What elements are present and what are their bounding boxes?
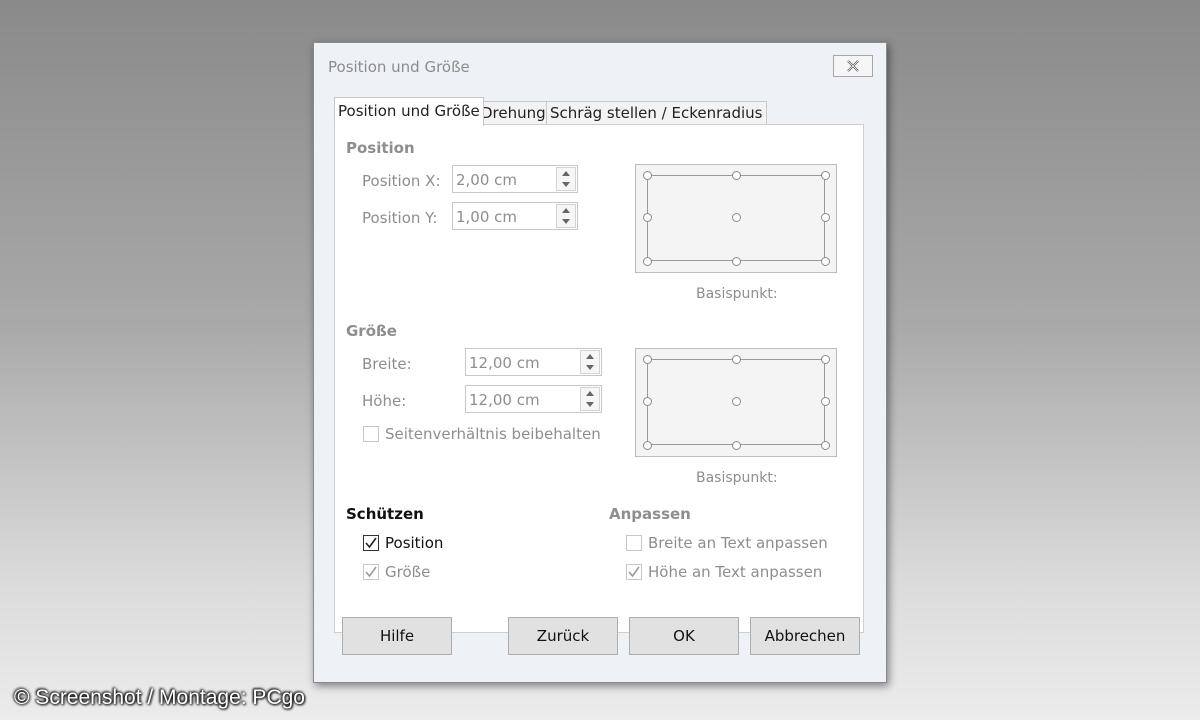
size-basis-label: Basispunkt: <box>696 470 778 486</box>
fit-height-label: Höhe an Text anpassen <box>648 563 823 581</box>
size-heading: Größe <box>346 322 397 340</box>
basis-dot-bottom-center[interactable] <box>732 257 741 266</box>
basis-dot-bottom-center[interactable] <box>732 441 741 450</box>
protect-position-checkbox[interactable] <box>363 535 379 551</box>
triangle-up-icon[interactable] <box>557 205 575 216</box>
basis-dot-center[interactable] <box>732 213 741 222</box>
checkmark-icon <box>628 566 640 578</box>
basis-dot-top-right[interactable] <box>821 355 830 364</box>
height-label: Höhe: <box>362 392 407 410</box>
basis-dot-bottom-left[interactable] <box>643 257 652 266</box>
triangle-up-icon[interactable] <box>581 351 599 362</box>
tab-panel: Position Position X: 2,00 cm Position Y:… <box>334 124 864 633</box>
width-spin-arrows[interactable] <box>580 350 600 374</box>
protect-size-label: Größe <box>385 563 431 581</box>
checkmark-icon <box>365 566 377 578</box>
fit-width-checkbox[interactable] <box>626 535 642 551</box>
height-value: 12,00 cm <box>469 391 540 409</box>
basis-dot-top-center[interactable] <box>732 355 741 364</box>
width-spinbox[interactable]: 12,00 cm <box>465 348 602 376</box>
position-y-spinbox[interactable]: 1,00 cm <box>452 202 578 230</box>
size-basis-point-selector[interactable] <box>635 348 837 457</box>
triangle-up-icon[interactable] <box>557 168 575 179</box>
close-button[interactable] <box>833 55 873 77</box>
width-value: 12,00 cm <box>469 354 540 372</box>
basis-dot-top-left[interactable] <box>643 171 652 180</box>
fit-width-label: Breite an Text anpassen <box>648 534 828 552</box>
position-basis-point-selector[interactable] <box>635 164 837 273</box>
help-button[interactable]: Hilfe <box>342 617 452 655</box>
cancel-button[interactable]: Abbrechen <box>750 617 860 655</box>
watermark: © Screenshot / Montage: PCgo <box>14 686 305 709</box>
basis-dot-middle-right[interactable] <box>821 397 830 406</box>
position-x-value: 2,00 cm <box>456 171 518 189</box>
protect-position-label: Position <box>385 534 444 552</box>
basis-dot-top-center[interactable] <box>732 171 741 180</box>
dialog-titlebar[interactable]: Position und Größe <box>314 43 886 89</box>
position-y-label: Position Y: <box>362 209 438 227</box>
dialog-title: Position und Größe <box>328 58 470 76</box>
basis-dot-center[interactable] <box>732 397 741 406</box>
basis-dot-bottom-right[interactable] <box>821 257 830 266</box>
position-heading: Position <box>346 139 415 157</box>
close-icon <box>847 60 859 72</box>
tab-slant-corner-radius[interactable]: Schräg stellen / Eckenradius <box>546 101 767 125</box>
position-y-spin-arrows[interactable] <box>556 204 576 228</box>
tab-position-size[interactable]: Position und Größe <box>334 97 484 126</box>
position-size-dialog: Position und Größe Position und Größe Dr… <box>313 42 887 683</box>
basis-dot-middle-right[interactable] <box>821 213 830 222</box>
back-button[interactable]: Zurück <box>508 617 618 655</box>
height-spinbox[interactable]: 12,00 cm <box>465 385 602 413</box>
checkmark-icon <box>365 537 377 549</box>
triangle-down-icon[interactable] <box>581 362 599 373</box>
height-spin-arrows[interactable] <box>580 387 600 411</box>
basis-dot-top-right[interactable] <box>821 171 830 180</box>
basis-dot-middle-left[interactable] <box>643 213 652 222</box>
basis-dot-bottom-right[interactable] <box>821 441 830 450</box>
protect-heading: Schützen <box>346 505 424 523</box>
triangle-down-icon[interactable] <box>557 179 575 190</box>
basis-dot-bottom-left[interactable] <box>643 441 652 450</box>
triangle-down-icon[interactable] <box>557 216 575 227</box>
position-x-spin-arrows[interactable] <box>556 167 576 191</box>
position-basis-label: Basispunkt: <box>696 286 778 302</box>
protect-size-checkbox[interactable] <box>363 564 379 580</box>
position-x-label: Position X: <box>362 172 441 190</box>
fit-height-checkbox[interactable] <box>626 564 642 580</box>
position-y-value: 1,00 cm <box>456 208 518 226</box>
keep-ratio-checkbox[interactable] <box>363 426 379 442</box>
position-x-spinbox[interactable]: 2,00 cm <box>452 165 578 193</box>
width-label: Breite: <box>362 355 412 373</box>
triangle-up-icon[interactable] <box>581 388 599 399</box>
triangle-down-icon[interactable] <box>581 399 599 410</box>
tab-rotation[interactable]: Drehung <box>477 101 550 125</box>
keep-ratio-label: Seitenverhältnis beibehalten <box>385 425 601 443</box>
basis-dot-top-left[interactable] <box>643 355 652 364</box>
adapt-heading: Anpassen <box>609 505 691 523</box>
ok-button[interactable]: OK <box>629 617 739 655</box>
basis-dot-middle-left[interactable] <box>643 397 652 406</box>
